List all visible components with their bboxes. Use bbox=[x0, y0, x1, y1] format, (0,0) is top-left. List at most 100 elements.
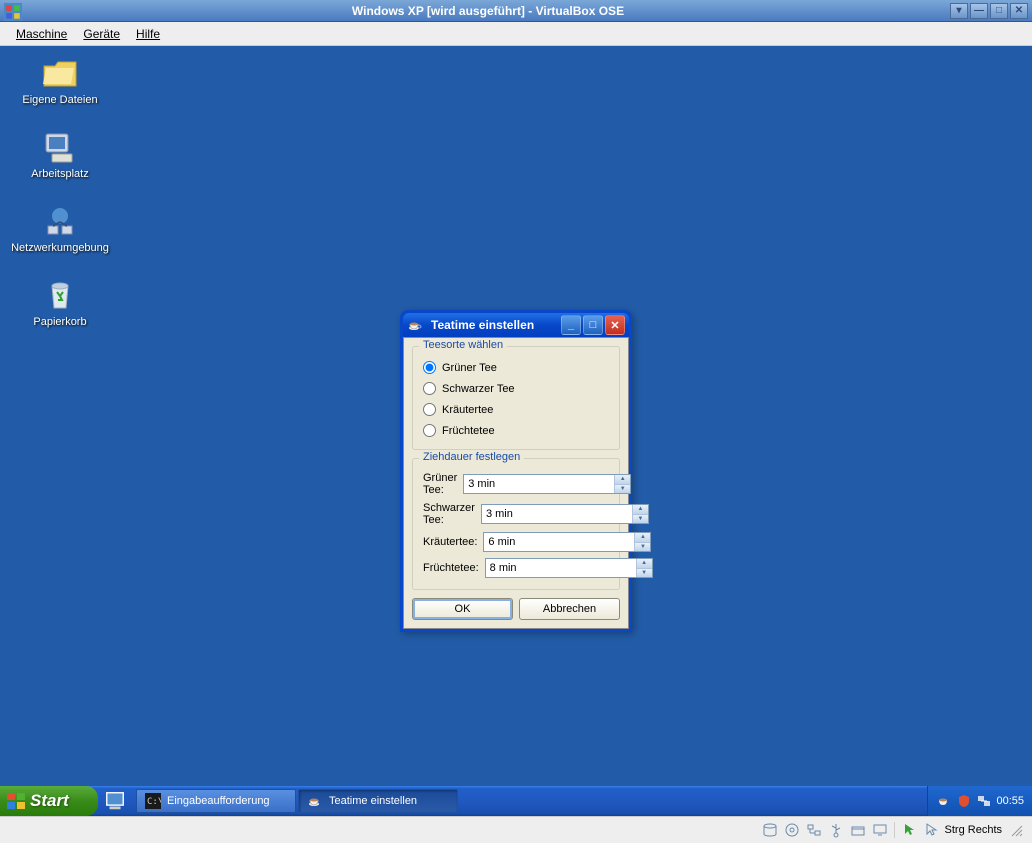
quick-launch bbox=[98, 786, 132, 816]
radio-herbal-tea[interactable]: Kräutertee bbox=[423, 399, 609, 420]
duration-input[interactable] bbox=[482, 505, 632, 523]
vbox-menubar: Maschine Geräte Hilfe bbox=[0, 22, 1032, 46]
menu-machine[interactable]: Maschine bbox=[8, 25, 75, 43]
spin-up-icon[interactable]: ▲ bbox=[615, 475, 630, 485]
windows-logo-icon bbox=[6, 792, 26, 810]
spin-down-icon[interactable]: ▼ bbox=[633, 515, 648, 524]
vbox-app-icon bbox=[4, 3, 22, 19]
tea-type-groupbox: Teesorte wählen Grüner Tee Schwarzer Tee… bbox=[412, 346, 620, 450]
spin-up-icon[interactable]: ▲ bbox=[637, 559, 652, 569]
duration-row-black: Schwarzer Tee: ▲▼ bbox=[423, 499, 609, 529]
dialog-titlebar[interactable]: Teatime einstellen _ □ ✕ bbox=[403, 313, 629, 337]
duration-spinner-green[interactable]: ▲▼ bbox=[463, 474, 631, 494]
radio-label: Kräutertee bbox=[442, 404, 493, 416]
dialog-close-button[interactable]: ✕ bbox=[605, 315, 625, 335]
xp-taskbar: Start C:\ Eingabeaufforderung Teatime ei… bbox=[0, 786, 1032, 816]
vbox-expand-button[interactable]: ▾ bbox=[950, 3, 968, 19]
radio-input[interactable] bbox=[423, 361, 436, 374]
sb-divider bbox=[894, 822, 895, 838]
dialog-minimize-button[interactable]: _ bbox=[561, 315, 581, 335]
system-tray: 00:55 bbox=[927, 786, 1032, 816]
tray-network-icon[interactable] bbox=[976, 793, 992, 809]
network-icon bbox=[40, 204, 80, 240]
duration-spinner-fruit[interactable]: ▲▼ bbox=[485, 558, 653, 578]
radio-fruit-tea[interactable]: Früchtetee bbox=[423, 420, 609, 441]
spin-down-icon[interactable]: ▼ bbox=[615, 485, 630, 494]
sb-usb-icon[interactable] bbox=[828, 822, 844, 838]
sb-mouse-integration-icon[interactable] bbox=[901, 822, 917, 838]
spin-down-icon[interactable]: ▼ bbox=[635, 543, 650, 552]
spin-up-icon[interactable]: ▲ bbox=[635, 533, 650, 543]
desktop-icon-label: Netzwerkumgebung bbox=[11, 242, 109, 254]
radio-green-tea[interactable]: Grüner Tee bbox=[423, 357, 609, 378]
duration-input[interactable] bbox=[484, 533, 634, 551]
teacup-icon bbox=[307, 793, 323, 809]
desktop-icon-recycle-bin[interactable]: Papierkorb bbox=[10, 278, 110, 328]
duration-input[interactable] bbox=[464, 475, 614, 493]
tray-teacup-icon[interactable] bbox=[936, 793, 952, 809]
vbox-maximize-button[interactable]: □ bbox=[990, 3, 1008, 19]
radio-input[interactable] bbox=[423, 403, 436, 416]
desktop-icon-label: Arbeitsplatz bbox=[31, 168, 88, 180]
desktop-icons: Eigene Dateien Arbeitsplatz Netzwerkumge… bbox=[10, 56, 110, 328]
duration-label: Früchtetee: bbox=[423, 562, 479, 574]
teacup-icon bbox=[407, 317, 423, 333]
folder-icon bbox=[40, 56, 80, 92]
radio-input[interactable] bbox=[423, 382, 436, 395]
sb-shared-folder-icon[interactable] bbox=[850, 822, 866, 838]
duration-groupbox: Ziehdauer festlegen Grüner Tee: ▲▼ Schwa… bbox=[412, 458, 620, 590]
tray-shield-icon[interactable] bbox=[956, 793, 972, 809]
dialog-body: Teesorte wählen Grüner Tee Schwarzer Tee… bbox=[403, 337, 629, 629]
vbox-statusbar: Strg Rechts bbox=[0, 816, 1032, 843]
desktop-icon-my-computer[interactable]: Arbeitsplatz bbox=[10, 130, 110, 180]
radio-black-tea[interactable]: Schwarzer Tee bbox=[423, 378, 609, 399]
desktop-icon-label: Eigene Dateien bbox=[22, 94, 97, 106]
start-label: Start bbox=[30, 791, 69, 811]
dialog-title: Teatime einstellen bbox=[427, 318, 561, 332]
computer-icon bbox=[40, 130, 80, 166]
task-cmd[interactable]: C:\ Eingabeaufforderung bbox=[136, 789, 296, 813]
start-button[interactable]: Start bbox=[0, 786, 98, 816]
taskbar-buttons: C:\ Eingabeaufforderung Teatime einstell… bbox=[132, 786, 927, 816]
vbox-close-button[interactable]: ✕ bbox=[1010, 3, 1028, 19]
radio-label: Schwarzer Tee bbox=[442, 383, 515, 395]
spin-down-icon[interactable]: ▼ bbox=[637, 569, 652, 578]
show-desktop-icon[interactable] bbox=[104, 790, 126, 812]
sb-harddisk-icon[interactable] bbox=[762, 822, 778, 838]
sb-network-icon[interactable] bbox=[806, 822, 822, 838]
task-label: Teatime einstellen bbox=[329, 795, 417, 807]
recycle-bin-icon bbox=[40, 278, 80, 314]
desktop-icon-label: Papierkorb bbox=[33, 316, 86, 328]
radio-label: Grüner Tee bbox=[442, 362, 497, 374]
teatime-dialog: Teatime einstellen _ □ ✕ Teesorte wählen… bbox=[400, 310, 632, 632]
taskbar-clock[interactable]: 00:55 bbox=[996, 795, 1024, 807]
desktop-icon-my-documents[interactable]: Eigene Dateien bbox=[10, 56, 110, 106]
desktop-icon-network-places[interactable]: Netzwerkumgebung bbox=[10, 204, 110, 254]
sb-hostkey-label: Strg Rechts bbox=[945, 824, 1002, 836]
menu-devices[interactable]: Geräte bbox=[75, 25, 128, 43]
duration-label: Kräutertee: bbox=[423, 536, 477, 548]
sb-cd-icon[interactable] bbox=[784, 822, 800, 838]
radio-input[interactable] bbox=[423, 424, 436, 437]
duration-row-herbal: Kräutertee: ▲▼ bbox=[423, 529, 609, 555]
xp-desktop[interactable]: Eigene Dateien Arbeitsplatz Netzwerkumge… bbox=[0, 46, 1032, 816]
dialog-maximize-button[interactable]: □ bbox=[583, 315, 603, 335]
vbox-window-title: Windows XP [wird ausgeführt] - VirtualBo… bbox=[26, 4, 950, 18]
tea-type-legend: Teesorte wählen bbox=[419, 339, 507, 351]
sb-display-icon[interactable] bbox=[872, 822, 888, 838]
spin-up-icon[interactable]: ▲ bbox=[633, 505, 648, 515]
vbox-minimize-button[interactable]: — bbox=[970, 3, 988, 19]
cancel-button[interactable]: Abbrechen bbox=[519, 598, 620, 620]
ok-button[interactable]: OK bbox=[412, 598, 513, 620]
sb-hostkey-icon[interactable] bbox=[923, 822, 939, 838]
duration-label: Grüner Tee: bbox=[423, 472, 457, 496]
menu-help[interactable]: Hilfe bbox=[128, 25, 168, 43]
radio-label: Früchtetee bbox=[442, 425, 495, 437]
sb-resize-grip-icon[interactable] bbox=[1008, 822, 1024, 838]
task-label: Eingabeaufforderung bbox=[167, 795, 270, 807]
duration-spinner-herbal[interactable]: ▲▼ bbox=[483, 532, 651, 552]
duration-spinner-black[interactable]: ▲▼ bbox=[481, 504, 649, 524]
duration-input[interactable] bbox=[486, 559, 636, 577]
task-teatime[interactable]: Teatime einstellen bbox=[298, 789, 458, 813]
duration-row-green: Grüner Tee: ▲▼ bbox=[423, 469, 609, 499]
